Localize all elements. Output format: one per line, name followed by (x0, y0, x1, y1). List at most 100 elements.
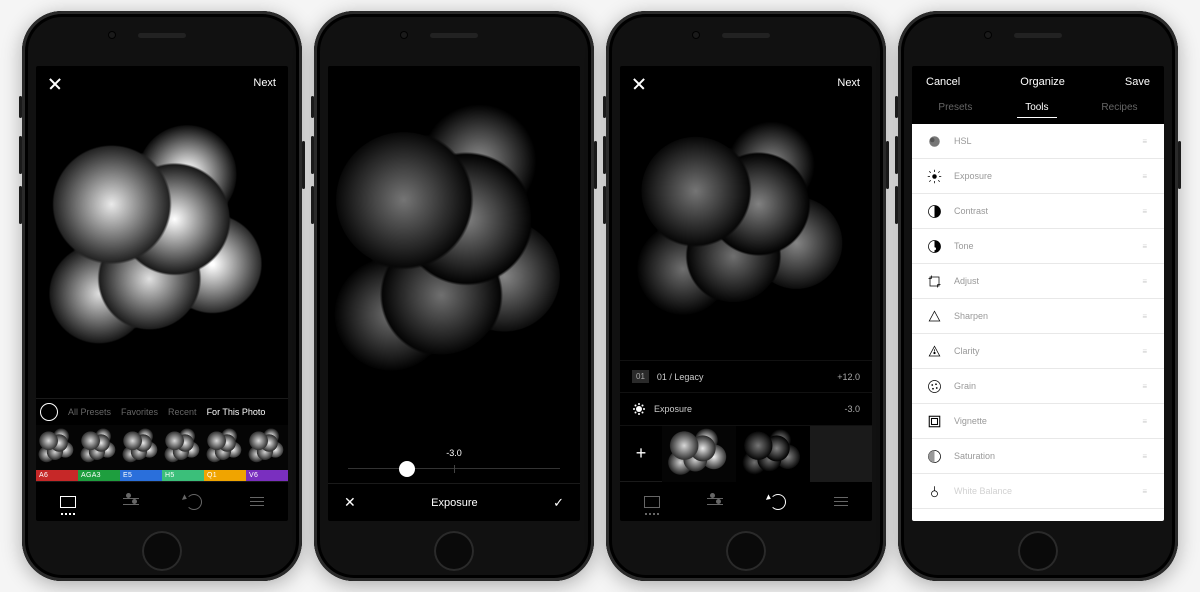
organize-icon[interactable] (248, 493, 266, 511)
preset-thumb (78, 425, 120, 470)
preset-q1[interactable]: Q1 (204, 425, 246, 481)
photo-preview[interactable] (36, 100, 288, 398)
home-button[interactable] (1018, 531, 1058, 571)
tab-all-presets[interactable]: All Presets (68, 407, 111, 417)
slider-knob[interactable] (399, 461, 415, 477)
tool-row-sharpen[interactable]: Sharpen≡ (912, 299, 1164, 334)
preset-thumb (246, 425, 288, 470)
organize-icon[interactable] (832, 493, 850, 511)
contrast-icon (926, 203, 942, 219)
drag-handle-icon[interactable]: ≡ (1142, 417, 1150, 426)
drag-handle-icon[interactable]: ≡ (1142, 242, 1150, 251)
tab-presets[interactable]: Presets (930, 98, 980, 118)
drag-handle-icon[interactable]: ≡ (1142, 207, 1150, 216)
history-icon[interactable] (769, 493, 787, 511)
preset-thumb (204, 425, 246, 470)
tool-list[interactable]: HSL≡Exposure≡Contrast≡Tone≡Adjust≡Sharpe… (912, 124, 1164, 521)
home-button[interactable] (142, 531, 182, 571)
preset-label: E5 (120, 470, 162, 481)
edit-icon[interactable] (706, 493, 724, 511)
home-button[interactable] (726, 531, 766, 571)
edit-row-preset[interactable]: 01 01 / Legacy +12.0 (620, 360, 872, 392)
tool-row-saturation[interactable]: Saturation≡ (912, 439, 1164, 474)
screen-exposure-slider: -3.0 ✕ Exposure ✓ (328, 66, 580, 521)
cancel-button[interactable]: Cancel (926, 76, 960, 88)
tool-row-tone[interactable]: Tone≡ (912, 229, 1164, 264)
phone-4: Cancel Organize Save Presets Tools Recip… (898, 11, 1178, 581)
drag-handle-icon[interactable]: ≡ (1142, 137, 1150, 146)
tool-name-label: Exposure (431, 497, 477, 509)
drag-handle-icon[interactable]: ≡ (1142, 452, 1150, 461)
preset-label: Q1 (204, 470, 246, 481)
photo-preview[interactable] (328, 66, 580, 448)
close-icon[interactable] (632, 76, 646, 90)
tool-label: Adjust (954, 276, 1130, 286)
preset-v6[interactable]: V6 (246, 425, 288, 481)
tool-label: Clarity (954, 346, 1130, 356)
edit-row-exposure[interactable]: Exposure -3.0 (620, 392, 872, 425)
tool-row-grain[interactable]: Grain≡ (912, 369, 1164, 404)
tool-row-white-balance[interactable]: White Balance ≡ (912, 474, 1164, 509)
tool-row-clarity[interactable]: Clarity ≡ (912, 334, 1164, 369)
tool-row-vignette[interactable]: Vignette ≡ (912, 404, 1164, 439)
tab-tools[interactable]: Tools (1017, 98, 1056, 118)
home-button[interactable] (434, 531, 474, 571)
tab-for-this-photo[interactable]: For This Photo (207, 407, 266, 417)
vignette-icon (926, 413, 942, 429)
hsl-icon (926, 133, 942, 149)
preset-name-label: 01 / Legacy (657, 372, 704, 382)
confirm-adjust-button[interactable]: ✓ (553, 495, 564, 511)
tool-row-exposure[interactable]: Exposure ≡ (912, 159, 1164, 194)
next-button[interactable]: Next (253, 77, 276, 89)
screen-presets: Next All Presets Favorites Recent For Th… (36, 66, 288, 521)
tool-row-adjust[interactable]: Adjust ≡ (912, 264, 1164, 299)
adjust-icon (926, 273, 942, 289)
preset-thumb (36, 425, 78, 470)
phone-lineup: Next All Presets Favorites Recent For Th… (22, 11, 1178, 581)
save-button[interactable]: Save (1125, 76, 1150, 88)
drag-handle-icon[interactable]: ≡ (1142, 347, 1150, 356)
add-recipe-button[interactable]: + (620, 426, 662, 482)
tool-label: Exposure (954, 171, 1130, 181)
presets-icon[interactable] (59, 493, 77, 511)
drag-handle-icon[interactable]: ≡ (1142, 487, 1150, 496)
edit-name-label: Exposure (654, 404, 692, 414)
photo-preview[interactable] (620, 100, 872, 360)
sharpen-icon (926, 308, 942, 324)
tab-recent[interactable]: Recent (168, 407, 197, 417)
bottom-toolbar (620, 481, 872, 521)
preset-thumb (120, 425, 162, 470)
bottom-toolbar (36, 481, 288, 521)
preset-category-tabs: All Presets Favorites Recent For This Ph… (36, 398, 288, 425)
tool-label: Vignette (954, 416, 1130, 426)
preset-strip[interactable]: A6AGA3E5H5Q1V6 (36, 425, 288, 481)
recipe-thumb-empty (810, 426, 872, 482)
recipe-thumb-current[interactable] (736, 426, 810, 482)
tool-label: White Balance (954, 486, 1130, 496)
drag-handle-icon[interactable]: ≡ (1142, 172, 1150, 181)
recipe-thumb-original[interactable] (662, 426, 736, 482)
screen-organize-tools: Cancel Organize Save Presets Tools Recip… (912, 66, 1164, 521)
presets-icon[interactable] (643, 493, 661, 511)
drag-handle-icon[interactable]: ≡ (1142, 277, 1150, 286)
phone-3: Next 01 01 / Legacy +12.0 Exposure -3.0 … (606, 11, 886, 581)
close-icon[interactable] (48, 76, 62, 90)
slider-track[interactable] (348, 468, 560, 469)
next-button[interactable]: Next (837, 77, 860, 89)
tool-row-contrast[interactable]: Contrast≡ (912, 194, 1164, 229)
history-icon[interactable] (185, 493, 203, 511)
favorites-circle-icon[interactable] (40, 403, 58, 421)
cancel-adjust-button[interactable]: ✕ (344, 494, 356, 511)
preset-aga3[interactable]: AGA3 (78, 425, 120, 481)
preset-value: +12.0 (837, 372, 860, 382)
drag-handle-icon[interactable]: ≡ (1142, 382, 1150, 391)
tool-row-hsl[interactable]: HSL≡ (912, 124, 1164, 159)
preset-a6[interactable]: A6 (36, 425, 78, 481)
slider-value: -3.0 (348, 448, 560, 458)
preset-h5[interactable]: H5 (162, 425, 204, 481)
drag-handle-icon[interactable]: ≡ (1142, 312, 1150, 321)
tab-recipes[interactable]: Recipes (1093, 98, 1145, 118)
tab-favorites[interactable]: Favorites (121, 407, 158, 417)
preset-e5[interactable]: E5 (120, 425, 162, 481)
edit-icon[interactable] (122, 493, 140, 511)
